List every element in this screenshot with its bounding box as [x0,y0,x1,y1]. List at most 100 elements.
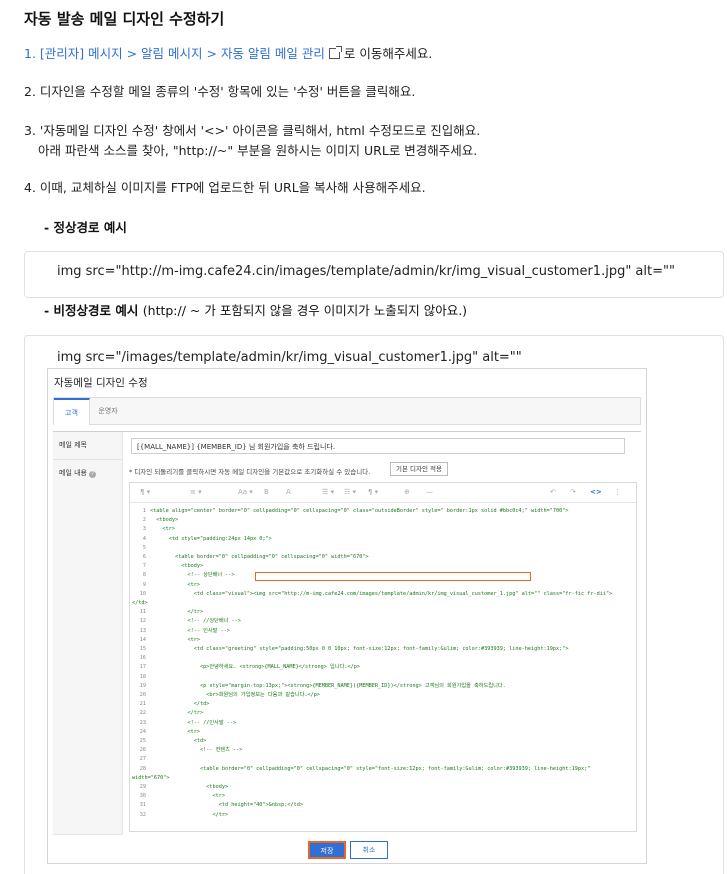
line-number: 16 [139,655,146,662]
page-title: 자동 발송 메일 디자인 수정하기 [24,10,225,28]
line-number: 4 [142,535,146,542]
line-number: 23 [139,719,146,726]
abnormal-example-label: - 비정상경로 예시 (http:// ~ 가 포함되지 않을 경우 이미지가 … [44,300,467,319]
line-number: 28 [139,765,146,772]
subject-label: 메일 제목 [53,432,123,460]
external-link-icon[interactable] [328,46,342,59]
code-line: <table border="0" cellpadding="0" cellsp… [150,765,591,772]
code-line: <td height="40">&nbsp;</td> [150,802,304,809]
code-line: <p>안녕하세요. <strong>{MALL_NAME}</strong> 입… [150,664,360,671]
redo-icon[interactable]: ↷ [570,488,576,496]
code-line: </td> [150,701,210,708]
font-size-icon[interactable]: Aa ▾ [238,488,253,496]
line-number: 1 [142,508,146,514]
line-number: 21 [139,701,146,708]
step-2: 2. 디자인을 수정할 메일 종류의 '수정' 항목에 있는 '수정' 버튼을 … [24,84,416,99]
line-number: 11 [139,609,146,616]
line-number: 27 [139,756,146,763]
admin-menu-link[interactable]: 1. [관리자] 메시지 > 알림 메시지 > 자동 알림 메일 관리 [24,46,325,61]
line-number: 30 [139,793,146,800]
list-icon[interactable]: ☷ ▾ [344,488,356,496]
apply-basic-design-button[interactable]: 기본 디자인 적용 [390,462,448,476]
text-color-icon[interactable]: A [286,488,291,496]
line-number: 15 [139,646,146,652]
line-number: 18 [139,673,146,680]
line-number: 5 [142,544,146,551]
code-line: <p style="margin-top:13px;"><strong>{MEM… [150,682,506,689]
content-label-text: 메일 내용 [59,469,87,477]
normal-example-box: img src="http://m-img.cafe24.cin/images/… [24,251,724,298]
normal-example-label: - 정상경로 예시 [44,220,127,235]
code-line: <tbody> [150,517,179,524]
editor-toolbar: ¶ ▾ ≡ ▾ Aa ▾ B A ☰ ▾ ☷ ▾ ¶ ▾ ⊕ — ↶ ↷ <> … [130,483,636,503]
code-line: <tr> [150,793,225,800]
align-icon[interactable]: ☰ ▾ [322,488,334,496]
code-line: </td> [132,600,148,606]
abnormal-example-title: - 비정상경로 예시 [44,303,139,318]
code-line: <tbody> [150,784,229,790]
code-line: <table border="0" cellpadding="0" cellsp… [150,554,369,560]
code-line: <!-- //인사말 --> [150,719,237,726]
line-number: 20 [139,692,146,698]
line-number: 12 [139,618,146,625]
tab-operator[interactable]: 운영자 [90,398,126,425]
more-icon[interactable]: ⋮ [614,488,621,496]
modal-title: 자동메일 디자인 수정 [54,377,148,389]
code-line: <tbody> [150,563,204,570]
code-line: <!-- 컨텐츠 --> [150,747,243,754]
content-label: 메일 내용 ? [53,460,123,835]
reset-hint: * 디자인 되돌리기를 클릭하시면 자동 메일 디자인을 기본값으로 초기화하실… [129,468,371,476]
step-1-suffix: 로 이동해주세요. [343,46,433,61]
code-line: <!-- //상단배너 --> [150,618,241,625]
line-number: 32 [139,811,146,818]
line-number: 19 [139,682,146,689]
line-number: 26 [139,747,146,754]
modal-tabs: 고객 운영자 [53,397,641,425]
help-icon[interactable]: ? [89,471,97,478]
code-line: <tr> [150,581,200,588]
font-icon[interactable]: ≡ ▾ [190,488,202,496]
line-number: 10 [139,590,146,597]
paragraph-format-icon[interactable]: ¶ ▾ [140,488,150,496]
code-line: <!-- 상단배너 --> [150,572,235,579]
line-number: 3 [142,526,146,533]
line-number: 31 [139,802,146,809]
hr-icon[interactable]: — [426,488,433,496]
code-line: width="670"> [132,774,170,781]
cancel-button[interactable]: 취소 [350,841,388,859]
step-1: 1. [관리자] 메시지 > 알림 메시지 > 자동 알림 메일 관리 로 이동… [24,44,432,64]
code-line: <table align="center" border="0" cellpad… [150,508,569,514]
normal-example-code: img src="http://m-img.cafe24.cin/images/… [57,264,675,279]
bold-icon[interactable]: B [264,488,269,496]
html-code-area[interactable]: 1 <table align="center" border="0" cellpa… [130,507,636,831]
save-button[interactable]: 저장 [308,841,346,859]
code-line: </tr> [150,710,204,717]
code-line: <td class="visual"><img src="http://m-im… [150,590,613,597]
code-line: <tr> [150,636,200,643]
code-line: <td> [150,738,207,744]
line-number: 13 [139,627,146,634]
html-editor: ¶ ▾ ≡ ▾ Aa ▾ B A ☰ ▾ ☷ ▾ ¶ ▾ ⊕ — ↶ ↷ <> … [129,482,637,832]
code-line: </tr> [150,609,204,616]
quote-icon[interactable]: ¶ ▾ [368,488,378,496]
code-view-icon[interactable]: <> [590,488,602,496]
subject-input[interactable]: [{MALL_NAME}] {MEMBER_ID} 님 회원가입을 축하 드립니… [131,438,625,454]
mail-form: 메일 제목 [{MALL_NAME}] {MEMBER_ID} 님 회원가입을 … [53,431,641,835]
line-number: 24 [139,728,146,735]
code-line: <tr> [150,526,175,533]
abnormal-example-note: (http:// ~ 가 포함되지 않을 경우 이미지가 노출되지 않아요.) [142,303,468,318]
code-line: <td class="greeting" style="padding:50px… [150,646,569,652]
step-3a: 3. '자동메일 디자인 수정' 창에서 '<>' 아이콘을 클릭해서, htm… [24,123,481,138]
img-src-highlight [255,572,531,581]
undo-icon[interactable]: ↶ [550,488,556,496]
code-line: <!-- 인사말 --> [150,627,230,634]
line-number: 7 [142,563,146,570]
code-line: <tr> [150,728,200,735]
link-icon[interactable]: ⊕ [404,488,410,496]
line-number: 8 [142,572,146,579]
line-number: 6 [142,554,146,560]
tab-customer[interactable]: 고객 [54,398,90,425]
code-line: <br>회원님의 가입정보는 다음과 같습니다.</p> [150,692,321,698]
code-line: <td style="padding:24px 14px 0;"> [150,535,272,542]
abnormal-example-code: img src="/images/template/admin/kr/img_v… [57,350,522,365]
